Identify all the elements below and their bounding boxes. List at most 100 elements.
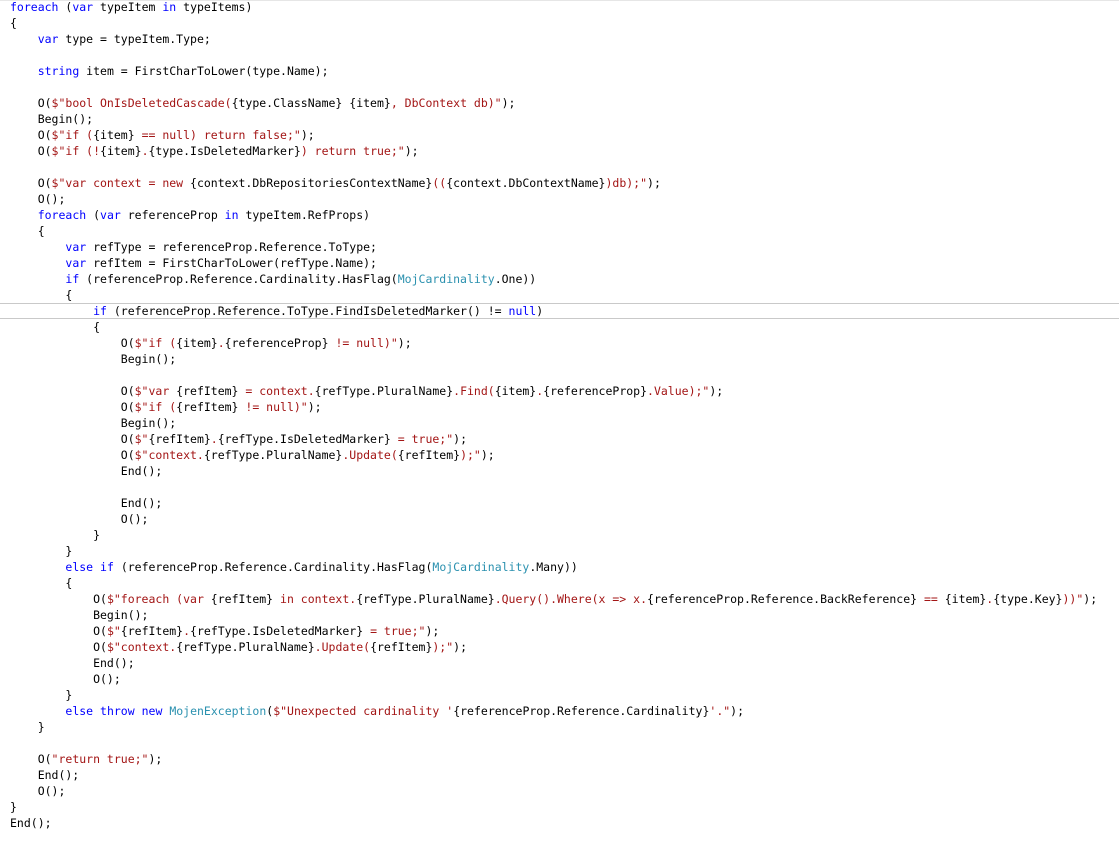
code-token: = context. (238, 384, 315, 398)
code-line[interactable]: { (10, 319, 100, 335)
code-token: O( (10, 640, 107, 654)
code-token: } (10, 528, 101, 542)
code-line[interactable]: } (10, 527, 100, 543)
code-token: O(); (10, 512, 149, 526)
code-token: {refItem} (120, 624, 184, 638)
code-token: MojenException (169, 704, 267, 718)
code-line[interactable]: } (10, 687, 72, 703)
code-line[interactable]: var type = typeItem.Type; (10, 31, 211, 47)
code-line[interactable]: O($"bool OnIsDeletedCascade({type.ClassN… (10, 95, 516, 111)
code-editor[interactable]: foreach (var typeItem in typeItems){ var… (0, 0, 1119, 841)
code-token: O( (10, 592, 107, 606)
code-line[interactable]: O($"{refItem}.{refType.IsDeletedMarker} … (10, 431, 467, 447)
code-token: { (10, 320, 101, 334)
code-token: {context.DbRepositoriesContextName} (190, 176, 433, 190)
code-token: ); (501, 96, 516, 110)
code-token: "return true;" (51, 752, 149, 766)
code-token: ( (86, 208, 101, 222)
code-token: refType = referenceProp.Reference.ToType… (86, 240, 377, 254)
code-token: O( (10, 336, 135, 350)
code-token: O( (10, 128, 52, 142)
code-token: O( (10, 624, 107, 638)
code-token: {refType.PluralName} (356, 592, 495, 606)
code-token: throw (100, 704, 135, 718)
code-token: .Update( (342, 448, 398, 462)
code-token: {refItem} (176, 384, 239, 398)
code-line[interactable]: O(); (10, 783, 66, 799)
code-token: Begin(); (10, 416, 177, 430)
code-token: (( (432, 176, 447, 190)
code-line[interactable]: } (10, 719, 45, 735)
code-token: ); (730, 704, 745, 718)
code-token: ); (425, 624, 440, 638)
code-token: foreach (37, 208, 87, 222)
code-token: $"var context = new (51, 176, 191, 190)
code-line[interactable]: O($"{refItem}.{refType.IsDeletedMarker} … (10, 623, 439, 639)
code-token: $"context. (106, 640, 177, 654)
code-line[interactable]: O($"foreach (var {refItem} in context.{r… (10, 591, 1097, 607)
code-line[interactable]: O($"if ({item}.{referenceProp} != null)"… (10, 335, 412, 351)
code-line[interactable]: } (10, 543, 72, 559)
code-line[interactable]: foreach (var typeItem in typeItems) (10, 0, 252, 15)
code-line[interactable]: Begin(); (10, 607, 148, 623)
code-line[interactable]: var refItem = FirstCharToLower(refType.N… (10, 255, 377, 271)
code-line[interactable]: End(); (10, 767, 80, 783)
code-line[interactable]: End(); (10, 463, 163, 479)
code-line[interactable]: End(); (10, 495, 163, 511)
code-line[interactable]: { (10, 15, 17, 31)
code-line[interactable]: Begin(); (10, 111, 93, 127)
code-token: ); (397, 336, 412, 350)
code-line[interactable]: O($"if ({item} == null) return false;"); (10, 127, 315, 143)
code-token: $"Unexpected cardinality ' (273, 704, 454, 718)
code-token: type = typeItem.Type; (58, 32, 211, 46)
code-line[interactable]: O("return true;"); (10, 751, 163, 767)
code-token: ); (1083, 592, 1098, 606)
code-token: {refItem} (176, 400, 239, 414)
code-token: null (508, 304, 537, 318)
code-token: ); (709, 384, 724, 398)
code-line[interactable]: O($"context.{refType.PluralName}.Update(… (10, 447, 495, 463)
code-token: O( (10, 432, 135, 446)
code-line[interactable]: O($"if (!{item}.{type.IsDeletedMarker}) … (10, 143, 419, 159)
code-token: ) (536, 304, 544, 318)
code-token: if (93, 304, 107, 318)
code-line[interactable]: var refType = referenceProp.Reference.To… (10, 239, 377, 255)
code-line[interactable]: if (referenceProp.Reference.Cardinality.… (10, 271, 536, 287)
code-token: $"if ( (134, 400, 177, 414)
code-line[interactable]: else throw new MojenException($"Unexpect… (10, 703, 744, 719)
code-line[interactable]: else if (referenceProp.Reference.Cardina… (10, 559, 577, 575)
code-line[interactable]: End(); (10, 655, 135, 671)
code-line[interactable]: O(); (10, 191, 66, 207)
code-line[interactable]: O($"var context = new {context.DbReposit… (10, 175, 661, 191)
code-line[interactable]: { (10, 287, 72, 303)
code-line[interactable]: Begin(); (10, 351, 176, 367)
code-token: { (10, 288, 73, 302)
code-line[interactable]: { (10, 223, 45, 239)
code-token: { (10, 16, 17, 30)
code-line[interactable]: if (referenceProp.Reference.ToType.FindI… (10, 303, 543, 319)
code-token: } (10, 800, 17, 814)
code-token: O( (10, 448, 135, 462)
code-line[interactable]: End(); (10, 815, 52, 831)
code-token: . (210, 432, 218, 446)
code-token: {refItem} (370, 640, 433, 654)
code-line[interactable]: O($"context.{refType.PluralName}.Update(… (10, 639, 467, 655)
code-token: } (10, 688, 73, 702)
code-line[interactable]: O($"if ({refItem} != null)"); (10, 399, 322, 415)
code-line[interactable]: } (10, 799, 17, 815)
code-token: {item} (349, 96, 391, 110)
code-token: $" (134, 432, 149, 446)
code-token: O(); (10, 672, 121, 686)
code-line[interactable]: O($"var {refItem} = context.{refType.Plu… (10, 383, 723, 399)
code-line[interactable]: Begin(); (10, 415, 176, 431)
code-line[interactable]: foreach (var referenceProp in typeItem.R… (10, 207, 370, 223)
code-line[interactable]: { (10, 575, 72, 591)
code-token: . (183, 624, 191, 638)
code-token: );" (460, 448, 481, 462)
code-line[interactable]: O(); (10, 671, 121, 687)
code-line[interactable]: O(); (10, 511, 149, 527)
code-line[interactable]: string item = FirstCharToLower(type.Name… (10, 63, 329, 79)
